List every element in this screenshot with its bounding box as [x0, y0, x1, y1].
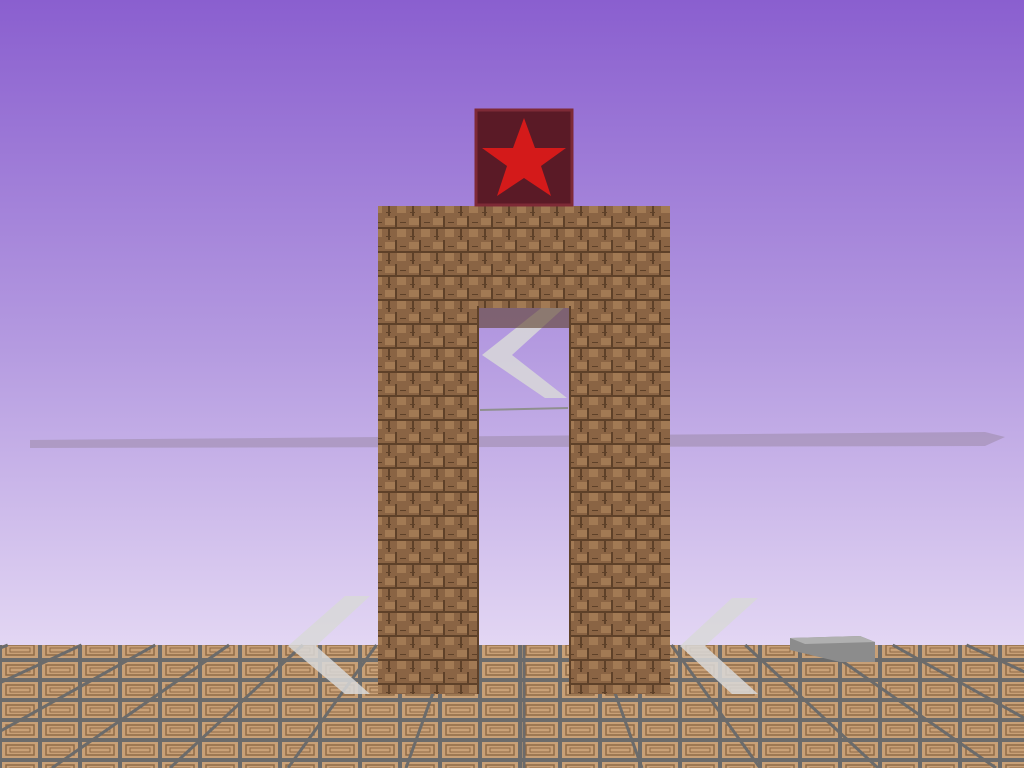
tiled-floor [0, 643, 1024, 768]
game-viewport [0, 0, 1024, 768]
goal-block [474, 108, 574, 207]
